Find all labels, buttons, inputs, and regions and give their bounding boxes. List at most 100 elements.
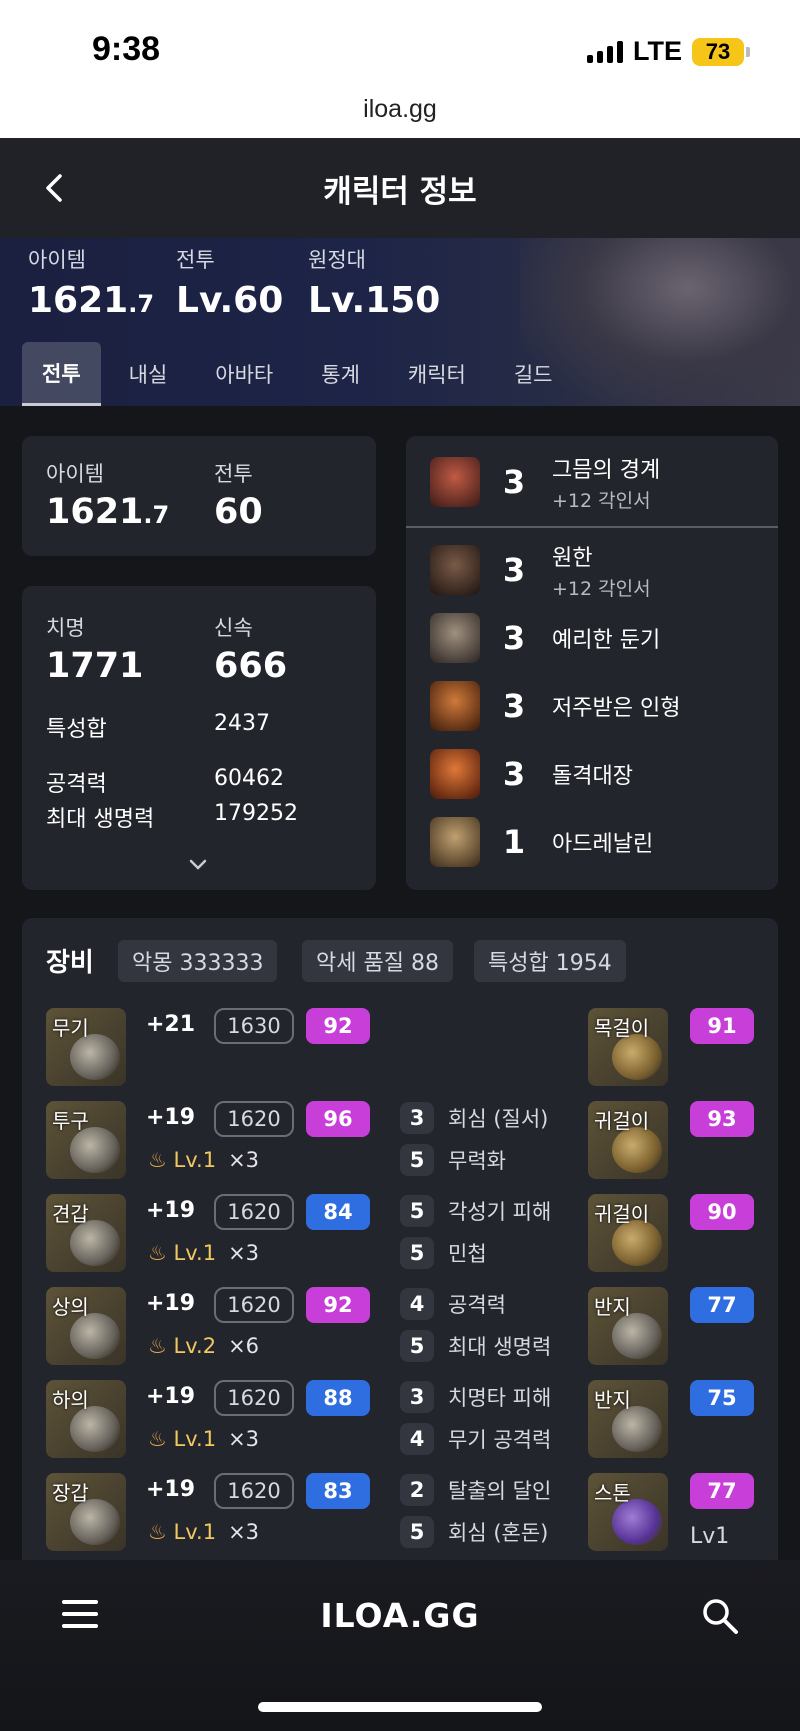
engraving-row[interactable]: 3 원한 +12 각인서 xyxy=(430,544,651,600)
accessory-effect: 5 무력화 xyxy=(400,1144,506,1176)
tab-combat[interactable]: 전투 xyxy=(22,342,101,406)
earring-quality: 93 xyxy=(690,1101,754,1137)
accessory-effect: 2 탈출의 달인 xyxy=(400,1474,551,1506)
cursed-doll-icon xyxy=(430,681,480,731)
combat-level-value: 60 xyxy=(214,492,263,532)
weapon-slot[interactable]: 무기 xyxy=(46,1008,126,1086)
crit-value: 1771 xyxy=(46,646,144,686)
chest-slot[interactable]: 상의 xyxy=(46,1287,126,1365)
ring-slot[interactable]: 반지 xyxy=(588,1380,668,1458)
page-header: 캐릭터 정보 xyxy=(0,138,800,238)
gloves-item-level: 1620 xyxy=(214,1473,294,1509)
helmet-elixir: ♨ Lv.1 ×3 xyxy=(148,1148,260,1172)
tab-character[interactable]: 캐릭터 xyxy=(388,342,486,406)
tab-avatar[interactable]: 아바타 xyxy=(195,342,293,406)
accessory-effect: 4 무기 공격력 xyxy=(400,1423,551,1455)
total-stat-label: 특성합 xyxy=(46,717,107,742)
address-bar[interactable]: iloa.gg xyxy=(0,95,800,124)
battery-level: 73 xyxy=(692,37,744,66)
hero-roster-level: 원정대 Lv.150 xyxy=(308,248,441,321)
tab-stats[interactable]: 통계 xyxy=(301,342,380,406)
weapon-item-level: 1630 xyxy=(214,1008,294,1044)
chest-item-level: 1620 xyxy=(214,1287,294,1323)
hp-value: 179252 xyxy=(214,801,298,826)
grudge-icon xyxy=(430,545,480,595)
home-indicator xyxy=(258,1702,542,1712)
battery-icon: 73 xyxy=(692,37,750,66)
gloves-quality: 83 xyxy=(306,1473,370,1509)
accessory-effect: 5 각성기 피해 xyxy=(400,1195,551,1227)
shoulder-quality: 84 xyxy=(306,1194,370,1230)
back-icon[interactable] xyxy=(40,170,70,206)
pants-quality: 88 xyxy=(306,1380,370,1416)
equipment-title: 장비 xyxy=(46,948,94,978)
tab-bar: 전투 내실 아바타 통계 캐릭터 길드 xyxy=(22,342,581,406)
accessory-effect: 5 민첩 xyxy=(400,1237,487,1269)
shoulder-item-level: 1620 xyxy=(214,1194,294,1230)
gloves-honing: +19 xyxy=(146,1477,196,1502)
chest-elixir: ♨ Lv.2 ×6 xyxy=(148,1334,260,1358)
earring-slot[interactable]: 귀걸이 xyxy=(588,1101,668,1179)
gloves-elixir: ♨ Lv.1 ×3 xyxy=(148,1520,260,1544)
stone-level: Lv1 xyxy=(690,1524,730,1549)
attack-label: 공격력 xyxy=(46,772,107,797)
tab-guild[interactable]: 길드 xyxy=(494,342,573,406)
flame-icon: ♨ xyxy=(148,1241,167,1265)
engravings-card: 3 그믐의 경계 +12 각인서 3 원한 +12 각인서 3 예리한 둔기 3… xyxy=(406,436,778,890)
combat-level-label: 전투 xyxy=(214,462,253,486)
flame-icon: ♨ xyxy=(148,1427,167,1451)
signal-icon xyxy=(587,40,623,63)
search-icon[interactable] xyxy=(700,1596,740,1636)
helmet-quality: 96 xyxy=(306,1101,370,1137)
flame-icon: ♨ xyxy=(148,1334,167,1358)
pants-honing: +19 xyxy=(146,1384,196,1409)
accessory-effect: 5 회심 (혼돈) xyxy=(400,1516,548,1548)
ring-slot[interactable]: 반지 xyxy=(588,1287,668,1365)
crit-label: 치명 xyxy=(46,616,85,640)
shoulder-honing: +19 xyxy=(146,1198,196,1223)
flame-icon: ♨ xyxy=(148,1148,167,1172)
tab-inner[interactable]: 내실 xyxy=(109,342,188,406)
helmet-slot[interactable]: 투구 xyxy=(46,1101,126,1179)
set-chip: 악몽 333333 xyxy=(118,940,278,982)
accessory-effect: 4 공격력 xyxy=(400,1288,506,1320)
earring-quality: 90 xyxy=(690,1194,754,1230)
gloves-slot[interactable]: 장갑 xyxy=(46,1473,126,1551)
engraving-row[interactable]: 3 저주받은 인형 xyxy=(430,680,680,732)
necklace-quality: 91 xyxy=(690,1008,754,1044)
accessory-effect: 3 치명타 피해 xyxy=(400,1381,551,1413)
stone-slot[interactable]: 스톤 xyxy=(588,1473,668,1551)
site-logo[interactable]: ILOA.GG xyxy=(0,1596,800,1635)
total-stat-value: 2437 xyxy=(214,711,270,736)
engraving-row[interactable]: 3 돌격대장 xyxy=(430,748,633,800)
accessory-effect: 5 최대 생명력 xyxy=(400,1330,551,1362)
pants-item-level: 1620 xyxy=(214,1380,294,1416)
earring-slot[interactable]: 귀걸이 xyxy=(588,1194,668,1272)
engraving-row[interactable]: 3 그믐의 경계 +12 각인서 xyxy=(430,456,660,512)
chest-quality: 92 xyxy=(306,1287,370,1323)
weapon-quality: 92 xyxy=(306,1008,370,1044)
flame-icon: ♨ xyxy=(148,1520,167,1544)
stone-quality: 77 xyxy=(690,1473,754,1509)
character-hero: 아이템 1621.7 전투 Lv.60 원정대 Lv.150 전투 내실 아바타… xyxy=(0,238,800,406)
divider xyxy=(406,526,778,528)
accessory-quality-chip: 악세 품질 88 xyxy=(302,940,453,982)
pants-slot[interactable]: 하의 xyxy=(46,1380,126,1458)
engraving-row[interactable]: 1 아드레날린 xyxy=(430,816,653,868)
helmet-honing: +19 xyxy=(146,1105,196,1130)
summary-card: 아이템 1621.7 전투 60 xyxy=(22,436,376,556)
shoulder-slot[interactable]: 견갑 xyxy=(46,1194,126,1272)
ring-quality: 77 xyxy=(690,1287,754,1323)
swift-value: 666 xyxy=(214,646,288,686)
ring-quality: 75 xyxy=(690,1380,754,1416)
blunt-weapon-icon xyxy=(430,613,480,663)
engraving-row[interactable]: 3 예리한 둔기 xyxy=(430,612,660,664)
hero-item-level: 아이템 1621.7 xyxy=(28,248,155,321)
network-label: LTE xyxy=(633,36,682,66)
shoulder-elixir: ♨ Lv.1 ×3 xyxy=(148,1241,260,1265)
chevron-down-icon[interactable] xyxy=(188,858,208,872)
weapon-honing: +21 xyxy=(146,1012,196,1037)
page-title: 캐릭터 정보 xyxy=(323,173,477,210)
necklace-slot[interactable]: 목걸이 xyxy=(588,1008,668,1086)
item-level-value: 1621.7 xyxy=(46,492,170,532)
